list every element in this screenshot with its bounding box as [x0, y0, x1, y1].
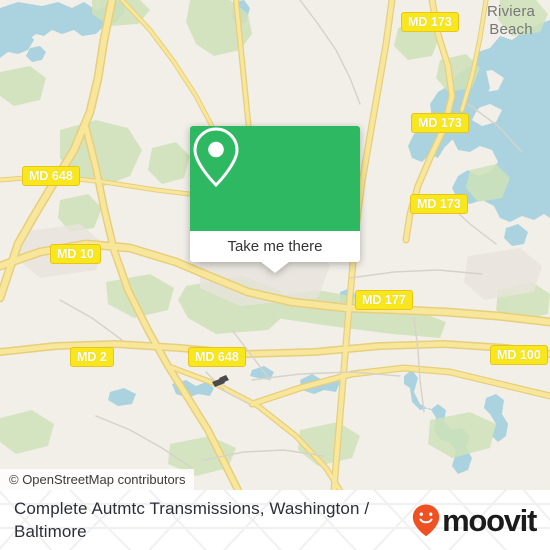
place-label-riviera-beach: Riviera Beach: [487, 4, 535, 37]
callout-tail: [261, 262, 289, 273]
page-title: Complete Autmtc Transmissions, Washingto…: [14, 499, 370, 541]
road-shield-md-177: MD 177: [355, 290, 413, 310]
moovit-smiley-pin-icon: [412, 504, 440, 537]
callout-header: [190, 126, 360, 231]
footer-bar: Complete Autmtc Transmissions, Washingto…: [0, 490, 550, 550]
map-canvas[interactable]: Riviera Beach MD 173 MD 173 MD 173 MD 64…: [0, 0, 550, 490]
road-shield-md-173-south: MD 173: [410, 194, 468, 214]
moovit-wordmark: moovit: [442, 502, 537, 538]
road-shield-md-2: MD 2: [70, 347, 114, 367]
map-pin-icon: [193, 127, 239, 188]
road-shield-md-10: MD 10: [50, 244, 101, 264]
road-shield-md-173-north: MD 173: [401, 12, 459, 32]
road-shield-md-648-south: MD 648: [188, 347, 246, 367]
location-callout[interactable]: Take me there: [190, 126, 360, 273]
take-me-there-label: Take me there: [227, 238, 323, 255]
screenshot-root: Riviera Beach MD 173 MD 173 MD 173 MD 64…: [0, 0, 550, 550]
road-shield-md-100: MD 100: [490, 345, 548, 365]
moovit-logo[interactable]: moovit: [411, 502, 537, 538]
place-label-line: Beach: [489, 21, 533, 38]
road-shield-md-173-mid: MD 173: [411, 113, 469, 133]
callout-footer[interactable]: Take me there: [190, 231, 360, 273]
road-shield-md-648-north: MD 648: [22, 166, 80, 186]
place-label-line: Riviera: [487, 3, 536, 20]
map-attribution[interactable]: © OpenStreetMap contributors: [0, 469, 194, 490]
